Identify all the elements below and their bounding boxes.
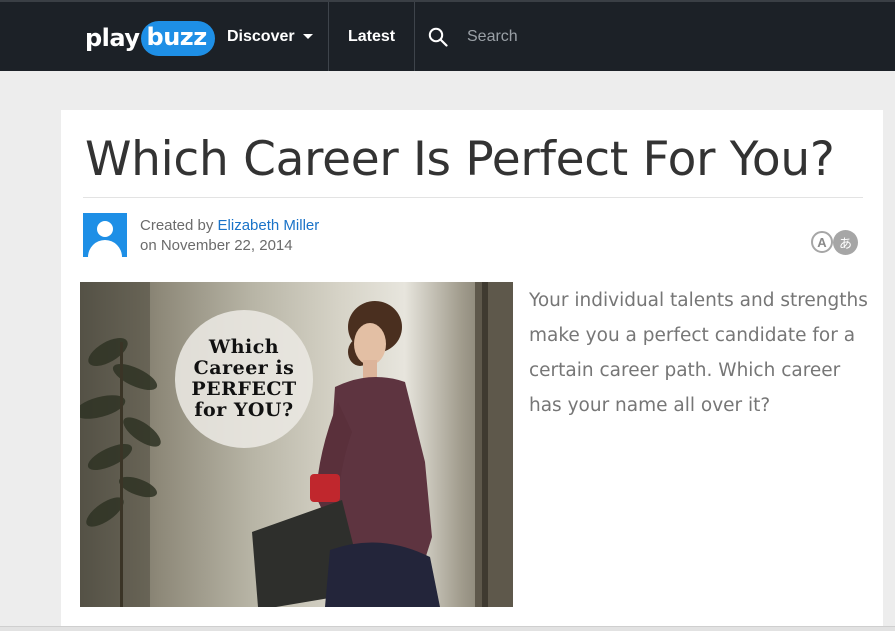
playbuzz-logo[interactable]: play buzz [85, 16, 215, 60]
hero-illustration [80, 282, 513, 607]
logo-buzz-text: buzz [140, 20, 215, 56]
badge-line-1: Which [208, 336, 280, 358]
hero-badge: Which Career is PERFECT for YOU? [175, 310, 313, 448]
chevron-down-icon [302, 34, 313, 39]
search-icon[interactable] [428, 27, 448, 47]
logo-play-text: play [85, 24, 140, 52]
translate-kana-glyph: あ [833, 230, 858, 255]
title-divider [83, 197, 863, 198]
badge-line-3: PERFECT [191, 378, 297, 400]
nav-divider [328, 2, 329, 71]
article-card: Which Career Is Perfect For You? Created… [61, 110, 883, 631]
page-title: Which Career Is Perfect For You? [85, 132, 835, 187]
avatar-icon[interactable] [83, 213, 127, 257]
discover-menu[interactable]: Discover [227, 2, 313, 71]
avatar-body [88, 240, 122, 257]
search-bar [428, 2, 667, 71]
created-by-line: Created by Elizabeth Miller [140, 216, 319, 236]
translate-latin-glyph: A [811, 231, 833, 253]
badge-line-4: for YOU? [194, 399, 294, 421]
discover-label: Discover [227, 27, 295, 45]
search-input[interactable] [467, 21, 667, 52]
article-description: Your individual talents and strengths ma… [529, 290, 868, 416]
publish-date: on November 22, 2014 [140, 237, 293, 254]
translate-icon[interactable]: A あ [811, 230, 859, 256]
created-by-prefix: Created by [140, 217, 218, 234]
latest-label: Latest [348, 27, 396, 45]
hero-image: Which Career is PERFECT for YOU? [80, 282, 513, 607]
latest-link[interactable]: Latest [348, 2, 395, 71]
bottom-scroll-strip [0, 626, 895, 631]
top-navbar: play buzz Discover Latest [0, 0, 895, 71]
byline: Created by Elizabeth Miller on November … [140, 216, 319, 256]
badge-line-2: Career is [193, 357, 295, 379]
author-link[interactable]: Elizabeth Miller [218, 217, 320, 234]
avatar-head [97, 221, 113, 237]
nav-divider [414, 2, 415, 71]
